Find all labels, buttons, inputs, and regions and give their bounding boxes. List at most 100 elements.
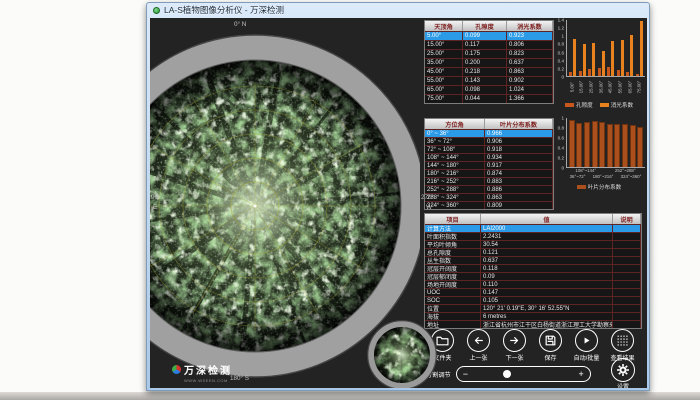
table-cell: 0.121 xyxy=(481,249,613,256)
table-row[interactable]: 15.00°0.1170.806 xyxy=(425,40,553,49)
compass-label-west-degrees: 270° xyxy=(421,194,434,201)
brand-logo-icon xyxy=(172,365,181,374)
table-row[interactable]: 5.00°0.0990.923 xyxy=(425,31,553,40)
table-cell: 144° ~ 180° xyxy=(425,162,485,169)
column-header[interactable]: 方位角 xyxy=(425,119,485,129)
slider-plus-button[interactable]: + xyxy=(578,370,583,379)
y-tick-label: 1.4 xyxy=(558,18,564,23)
下一张-button[interactable]: 下一张 xyxy=(502,329,527,362)
table-cell: 0.874 xyxy=(485,170,553,177)
table-row[interactable]: 72° ~ 108°0.918 xyxy=(425,145,553,153)
table-row[interactable]: 252° ~ 288°0.886 xyxy=(425,185,553,193)
x-tick-label: 25.00° xyxy=(588,81,593,94)
compass-label-east: E xyxy=(153,204,157,211)
table-row[interactable]: 场地开阔度0.110 xyxy=(425,280,641,288)
table-row[interactable]: 总孔隙度0.121 xyxy=(425,248,641,256)
chart-bars xyxy=(567,20,645,76)
column-header[interactable]: 孔隙度 xyxy=(463,21,507,31)
titlebar[interactable]: LA-S植物图像分析仪 - 万深检测 xyxy=(147,3,649,17)
column-header[interactable]: 叶片分布系数 xyxy=(485,119,553,129)
table-row[interactable]: 25.00°0.1750.823 xyxy=(425,49,553,58)
table-cell: 0.918 xyxy=(485,146,553,153)
column-header[interactable]: 消光系数 xyxy=(507,21,553,31)
table-row[interactable]: 丛生指数0.637 xyxy=(425,256,641,264)
table-cell: 252° ~ 288° xyxy=(425,186,485,193)
保存-button[interactable]: 保存 xyxy=(538,329,563,362)
table-cell: 0.044 xyxy=(463,95,507,103)
right-data-panel: 天顶角孔隙度消光系数5.00°0.0990.92315.00°0.1170.80… xyxy=(420,18,647,388)
table-row[interactable]: 冠层开阔度0.118 xyxy=(425,264,641,272)
table-cell: 0.175 xyxy=(463,50,507,58)
table-cell: 0° ~ 36° xyxy=(425,130,485,137)
bar xyxy=(640,21,643,76)
table-cell xyxy=(613,241,641,248)
table-row[interactable]: 计算方法LAI2000 xyxy=(425,224,641,232)
table-cell: 0.147 xyxy=(481,289,613,296)
table-row[interactable]: 108° ~ 144°0.934 xyxy=(425,153,553,161)
table-row[interactable]: 海拔6 metres xyxy=(425,312,641,320)
table-cell: 冠层开阔度 xyxy=(425,265,481,272)
table-cell: UOC xyxy=(425,289,481,296)
table-cell: 叶面积指数 xyxy=(425,233,481,240)
table-row[interactable]: 地址浙江省杭州市江干区白杨街道浙江理工大学勘察来源 xyxy=(425,320,641,328)
brand-logo-text: 万深检测 xyxy=(184,362,232,377)
y-tick-label: 0 xyxy=(561,166,564,171)
bar xyxy=(630,35,633,76)
table-row[interactable]: 144° ~ 180°0.917 xyxy=(425,161,553,169)
bar xyxy=(602,51,605,76)
table-row[interactable]: 288° ~ 324°0.863 xyxy=(425,193,553,201)
table-row[interactable]: 位置120° 21' 0.19"E, 30° 16' 52.55"N xyxy=(425,304,641,312)
bar xyxy=(611,41,614,76)
table-cell: 5.00° xyxy=(425,32,463,40)
slider-minus-button[interactable]: − xyxy=(463,370,468,379)
table-cell: 15.00° xyxy=(425,41,463,49)
column-header[interactable]: 值 xyxy=(481,214,613,224)
y-tick-label: 1 xyxy=(561,116,564,121)
bar xyxy=(576,123,582,167)
table-cell xyxy=(613,281,641,288)
bar xyxy=(637,127,643,167)
table-row[interactable]: 180° ~ 216°0.874 xyxy=(425,169,553,177)
table-row[interactable]: 65.00°0.0981.024 xyxy=(425,85,553,94)
zenith-angle-table: 天顶角孔隙度消光系数5.00°0.0990.92315.00°0.1170.80… xyxy=(424,20,554,104)
table-row[interactable]: SOC0.105 xyxy=(425,296,641,304)
chart-legend: 孔隙度消光系数 xyxy=(553,101,645,109)
table-row[interactable]: 35.00°0.2000.637 xyxy=(425,58,553,67)
table-row[interactable]: 55.00°0.1430.902 xyxy=(425,76,553,85)
table-row[interactable]: UOC0.147 xyxy=(425,288,641,296)
table-row[interactable]: 平均叶倾角30.54 xyxy=(425,240,641,248)
table-row[interactable]: 324° ~ 360°0.809 xyxy=(425,201,553,209)
column-header[interactable]: 天顶角 xyxy=(425,21,463,31)
azimuth-angle-table: 方位角叶片分布系数0° ~ 36°0.96636° ~ 72°0.90672° … xyxy=(424,118,554,210)
x-tick-label: 55.00° xyxy=(617,81,622,94)
segmentation-slider[interactable]: − + xyxy=(456,366,591,382)
table-row[interactable]: 0° ~ 36°0.966 xyxy=(425,129,553,137)
自动/批量-button[interactable]: 自动/批量 xyxy=(574,329,599,362)
thumbnail-preview-image[interactable] xyxy=(364,317,440,388)
table-cell xyxy=(613,313,641,320)
slider-thumb[interactable] xyxy=(503,370,511,378)
bar xyxy=(614,124,620,167)
table-cell: 36° ~ 72° xyxy=(425,138,485,145)
compass-label-north: 0° N xyxy=(234,21,246,28)
column-header[interactable]: 说明 xyxy=(613,214,641,224)
arrow-left-icon xyxy=(472,334,485,347)
table-row[interactable]: 冠层郁闭度0.09 xyxy=(425,272,641,280)
table-row[interactable]: 75.00°0.0441.366 xyxy=(425,94,553,103)
bar xyxy=(588,69,591,76)
table-cell: 35.00° xyxy=(425,59,463,67)
x-tick-label: 65.00° xyxy=(627,81,632,94)
table-row[interactable]: 36° ~ 72°0.906 xyxy=(425,137,553,145)
settings-button[interactable]: 设置 xyxy=(608,358,638,388)
chart-y-axis: 00.20.40.60.81 xyxy=(553,118,566,168)
column-header[interactable]: 项目 xyxy=(425,214,481,224)
上一张-button[interactable]: 上一张 xyxy=(466,329,491,362)
table-cell: 0.863 xyxy=(485,194,553,201)
table-cell xyxy=(613,321,641,328)
bar xyxy=(598,68,601,76)
table-cell: 0.966 xyxy=(485,130,553,137)
table-row[interactable]: 45.00°0.2180.863 xyxy=(425,67,553,76)
bar xyxy=(584,122,590,167)
table-row[interactable]: 叶面积指数2.2431 xyxy=(425,232,641,240)
table-row[interactable]: 216° ~ 252°0.883 xyxy=(425,177,553,185)
